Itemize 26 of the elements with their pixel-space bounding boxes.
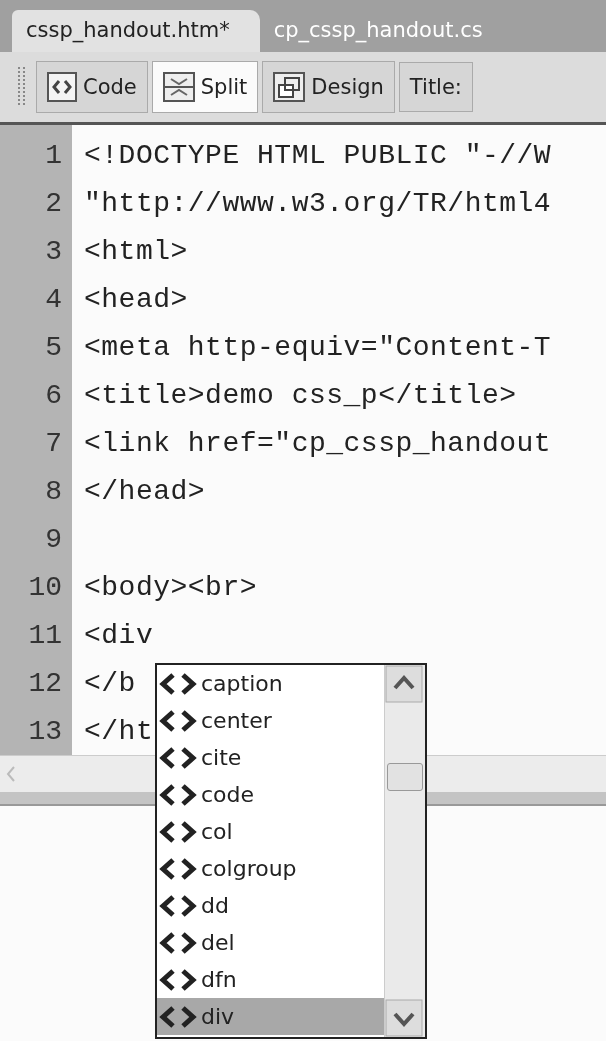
code-line: <div bbox=[83, 619, 154, 651]
line-number: 13 bbox=[27, 715, 63, 747]
code-line: <title>demo css_p</title> bbox=[83, 379, 517, 411]
line-number: 7 bbox=[44, 427, 63, 459]
line-number: 4 bbox=[44, 283, 63, 315]
line-number: 2 bbox=[44, 187, 63, 219]
line-number: 1 bbox=[44, 139, 63, 171]
title-label: Title: bbox=[398, 62, 473, 112]
code-line: </ht bbox=[83, 715, 154, 747]
code-line: </head> bbox=[83, 475, 206, 507]
line-number: 8 bbox=[44, 475, 63, 507]
code-line: <html> bbox=[83, 235, 188, 267]
code-line: <link href="cp_cssp_handout bbox=[83, 427, 552, 459]
line-number: 11 bbox=[27, 619, 63, 651]
line-number: 10 bbox=[27, 571, 63, 603]
code-line: <head> bbox=[83, 283, 188, 315]
line-number: 12 bbox=[27, 667, 63, 699]
code-line: "http://www.w3.org/TR/html4 bbox=[83, 187, 552, 219]
line-number: 6 bbox=[44, 379, 63, 411]
code-line: <!DOCTYPE HTML PUBLIC "-//W bbox=[83, 139, 552, 171]
code-line: <meta http-equiv="Content-T bbox=[83, 331, 552, 363]
line-number: 3 bbox=[44, 235, 63, 267]
line-number: 5 bbox=[44, 331, 63, 363]
code-line: </b bbox=[83, 667, 136, 699]
line-number: 9 bbox=[44, 523, 63, 555]
code-line: <body><br> bbox=[83, 571, 258, 603]
